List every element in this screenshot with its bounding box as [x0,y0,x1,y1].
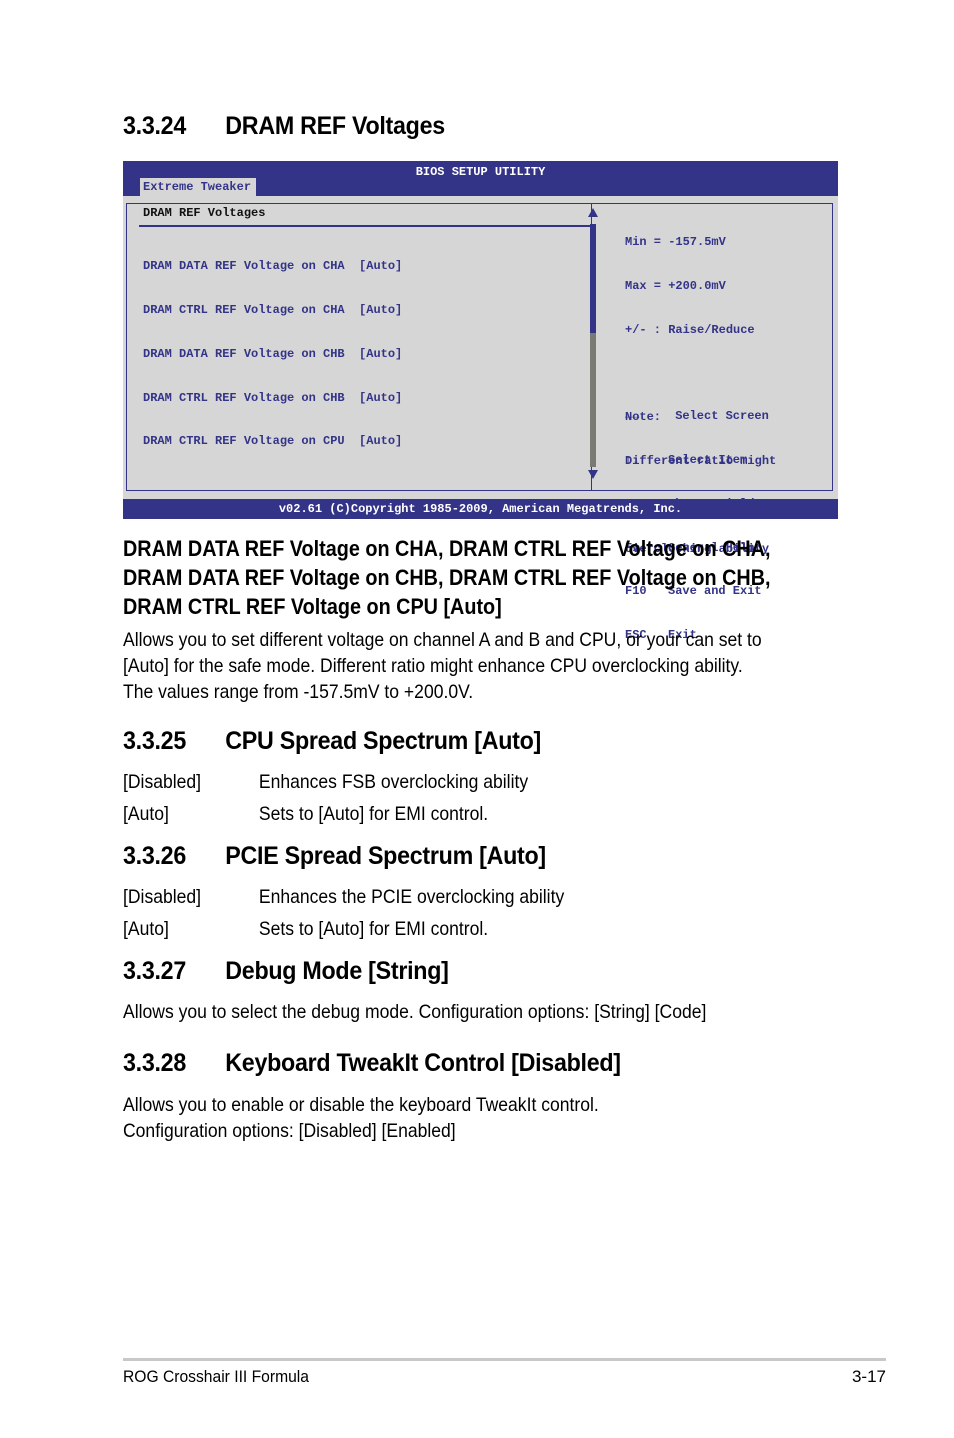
paragraph-line: Configuration options: [Disabled] [Enabl… [123,1120,456,1142]
help-line: +/- : Raise/Reduce [625,322,755,337]
bios-item-dram-ctrl-ref-cpu[interactable]: DRAM CTRL REF Voltage on CPU [Auto] [143,434,402,449]
bios-panel-heading: DRAM REF Voltages [143,206,266,220]
item-heading-line: DRAM CTRL REF Voltage on CPU [Auto] [123,594,502,619]
key-legend-row: ←→ Select Screen [625,409,769,424]
section-heading-3-3-27: 3.3.27 Debug Mode [String] [123,957,449,986]
bios-title-bar: BIOS SETUP UTILITY Extreme Tweaker [123,161,838,196]
option-desc: Sets to [Auto] for EMI control. [258,918,489,940]
section-number: 3.3.25 [123,727,186,755]
section-number: 3.3.26 [123,842,186,870]
section-number: 3.3.24 [123,112,186,140]
option-desc: Sets to [Auto] for EMI control. [258,803,489,825]
bios-item-list: DRAM DATA REF Voltage on CHA [Auto] DRAM… [143,230,402,478]
paragraph-line: Allows you to enable or disable the keyb… [123,1094,599,1116]
scrollbar[interactable] [590,224,596,467]
key-left-right-arrows-icon: ←→ [625,409,640,424]
section-number: 3.3.27 [123,957,186,985]
scroll-down-arrow-icon[interactable] [588,470,598,479]
item-heading-line: DRAM DATA REF Voltage on CHA, DRAM CTRL … [123,536,771,561]
key-action: Select Screen [668,409,769,424]
section-title: Debug Mode [String] [225,957,449,985]
bios-heading-rule [139,225,594,227]
debug-mode-description: Allows you to select the debug mode. Con… [123,1001,707,1023]
bios-main-frame: DRAM REF Voltages DRAM DATA REF Voltage … [126,203,833,642]
help-line [625,367,776,382]
section-heading-3-3-25: 3.3.25 CPU Spread Spectrum [Auto] [123,727,541,756]
option-row: [Auto] Sets to [Auto] for EMI control. [123,803,488,826]
footer-product-name: ROG Crosshair III Formula [123,1367,309,1386]
key-up-down-arrows-icon: ↑↓ [625,452,640,467]
option-key: [Auto] [123,803,169,825]
key-action: Select Item [668,452,748,467]
section-heading-3-3-28: 3.3.28 Keyboard TweakIt Control [Disabled… [123,1049,621,1078]
option-row: [Disabled] Enhances the PCIE overclocking… [123,886,564,909]
section-title: CPU Spread Spectrum [Auto] [225,727,542,755]
dram-item-description: Allows you to set different voltage on c… [123,627,762,705]
section-title: Keyboard TweakIt Control [Disabled] [225,1049,621,1077]
bios-title: BIOS SETUP UTILITY [415,165,546,179]
option-desc: Enhances the PCIE overclocking ability [258,886,565,908]
paragraph-line: The values range from -157.5mV to +200.0… [123,681,474,703]
bios-screenshot: BIOS SETUP UTILITY Extreme Tweaker DRAM … [123,161,838,642]
option-key: [Disabled] [123,771,202,793]
section-title: PCIE Spread Spectrum [Auto] [225,842,546,870]
bios-tab-extreme-tweaker[interactable]: Extreme Tweaker [140,178,257,196]
section-number: 3.3.28 [123,1049,186,1077]
keyboard-tweakit-description: Allows you to enable or disable the keyb… [123,1092,599,1144]
section-heading-3-3-24: 3.3.24 DRAM REF Voltages [123,112,445,141]
bios-item-dram-data-ref-cha[interactable]: DRAM DATA REF Voltage on CHA [Auto] [143,259,402,274]
bios-item-dram-data-ref-chb[interactable]: DRAM DATA REF Voltage on CHB [Auto] [143,347,402,362]
paragraph-line: [Auto] for the safe mode. Different rati… [123,655,743,677]
footer-page-number: 3-17 [851,1367,886,1386]
option-desc: Enhances FSB overclocking ability [258,771,529,793]
section-title: DRAM REF Voltages [225,112,445,140]
option-key: [Auto] [123,918,169,940]
help-line: Max = +200.0mV [625,278,726,293]
bios-item-dram-ctrl-ref-cha[interactable]: DRAM CTRL REF Voltage on CHA [Auto] [143,303,402,318]
footer-divider [123,1358,886,1361]
bios-item-dram-ctrl-ref-chb[interactable]: DRAM CTRL REF Voltage on CHB [Auto] [143,391,402,406]
option-row: [Auto] Sets to [Auto] for EMI control. [123,918,488,941]
paragraph-line: Allows you to set different voltage on c… [123,629,762,651]
bios-copyright-bar: v02.61 (C)Copyright 1985-2009, American … [123,499,838,519]
item-heading-line: DRAM DATA REF Voltage on CHB, DRAM CTRL … [123,565,771,590]
scrollbar-thumb[interactable] [590,224,596,334]
section-heading-3-3-26: 3.3.26 PCIE Spread Spectrum [Auto] [123,842,546,871]
scroll-up-arrow-icon[interactable] [588,208,598,217]
item-heading-dram-ref: DRAM DATA REF Voltage on CHA, DRAM CTRL … [123,534,771,621]
option-row: [Disabled] Enhances FSB overclocking abil… [123,771,528,794]
key-legend-row: ↑↓ Select Item [625,453,769,468]
option-key: [Disabled] [123,886,202,908]
help-line: Min = -157.5mV [625,235,726,250]
